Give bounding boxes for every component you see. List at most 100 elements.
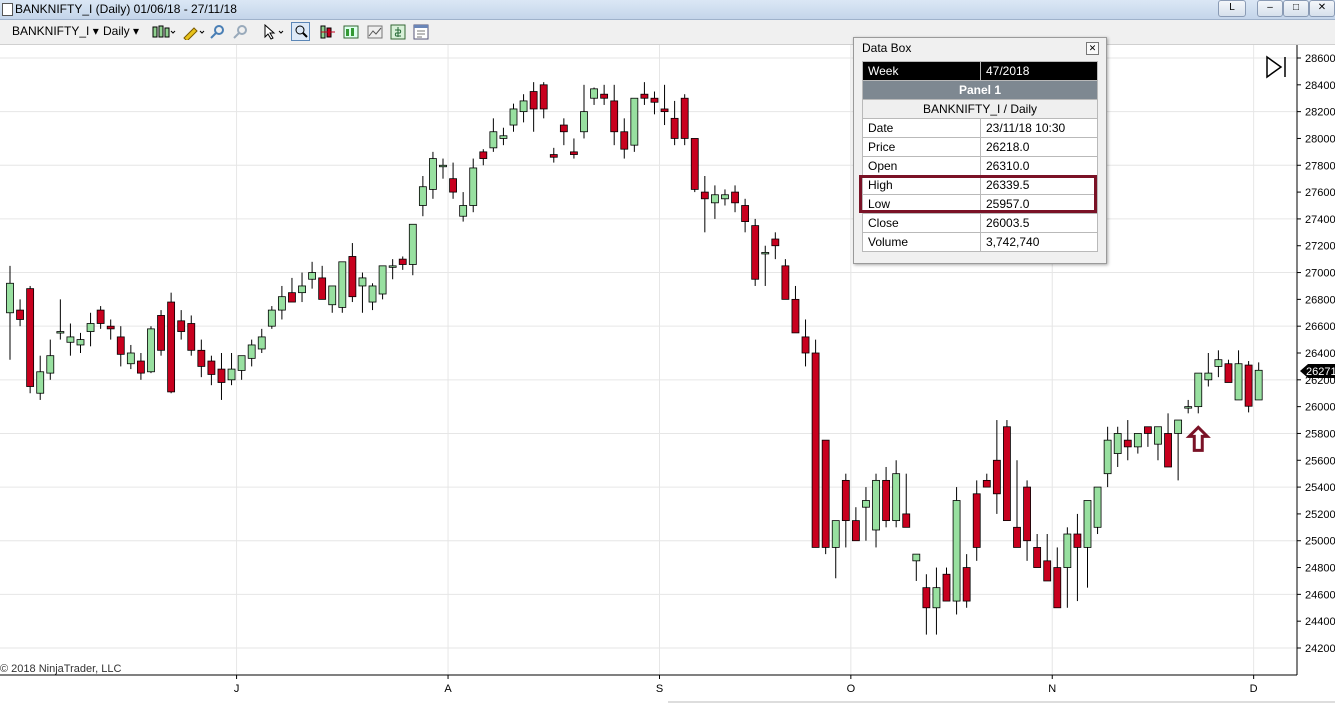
candle [791,285,800,334]
candle [690,138,699,193]
candle-body [267,309,276,327]
candle [126,344,135,370]
data-box-table: Week 47/2018 Panel 1 BANKNIFTY_I / Daily… [862,61,1098,252]
y-tick-label: 27600 [1305,187,1335,199]
candle [741,198,750,233]
candle-body [1033,547,1042,568]
zoom-out-icon[interactable] [233,24,249,40]
candle-body [96,309,105,324]
indicators-icon[interactable] [320,24,336,40]
candle [549,147,558,163]
volume-row: Volume 3,742,740 [862,232,1098,252]
candle [580,84,588,139]
candle-body [46,355,55,374]
candle [86,312,95,347]
candle-body [197,349,206,367]
chart-template-icon[interactable] [367,24,383,40]
candle [942,567,951,602]
candle [398,256,407,270]
high-low-highlight-box [859,175,1097,213]
candle [771,232,780,260]
candle-body [972,493,981,548]
week-value: 47/2018 [980,61,1098,81]
candle [1073,513,1082,602]
pointer-tool-icon[interactable] [262,24,286,40]
candle [469,158,478,213]
candle-body [177,320,186,332]
candle [157,310,165,356]
candle [711,185,719,219]
candle [217,353,226,400]
y-tick-label: 28200 [1305,107,1335,119]
candle-body [1093,486,1102,528]
maximize-button[interactable]: □ [1283,0,1309,17]
link-button[interactable]: L [1218,0,1246,17]
candle [197,339,206,378]
strategies-icon[interactable] [343,24,359,40]
candle-body [157,315,165,351]
candle-body [277,296,286,311]
candle [892,460,901,528]
y-tick-label: 25800 [1305,428,1335,440]
candle-body [761,252,770,255]
price-chart[interactable]: 24200 24400 24600 24800 25000 25200 25400 25600… [0,45,1335,707]
candle [187,315,196,356]
interval-selector[interactable]: Daily ▾ [103,24,139,38]
databox-toggle-icon[interactable] [291,22,310,41]
candle-body [207,360,216,375]
candle-body [1194,372,1203,408]
candle [590,87,598,105]
candle [650,91,659,115]
candle [1164,413,1172,468]
candle [378,265,387,300]
properties-icon[interactable] [413,24,429,40]
candle-body [892,473,901,522]
candle [1013,460,1021,548]
candle [1103,426,1112,488]
y-tick-label: 24400 [1305,616,1335,628]
candle [922,574,931,635]
candle [328,285,337,313]
candle-body [670,117,679,139]
candle-body [912,553,921,562]
candle [167,292,176,394]
candle-body [872,479,880,531]
y-tick-label: 26000 [1305,402,1335,414]
candle-body [992,459,1001,495]
candle-body [680,97,689,139]
trade-icon[interactable] [390,24,406,40]
candle [318,265,327,300]
candle [288,277,296,303]
candle [1184,399,1193,414]
candle [721,189,729,206]
data-box-window[interactable]: Data Box ✕ Week 47/2018 Panel 1 BANKNIFT… [853,37,1107,264]
candle-body [1224,363,1233,383]
candle-body [358,277,367,287]
close-button[interactable]: ✕ [1309,0,1335,17]
candle [147,326,155,374]
candle-body [1113,433,1122,454]
instrument-selector[interactable]: BANKNIFTY_I ▾ [12,24,99,38]
candle-body [690,138,699,190]
open-label: Open [862,156,981,176]
zoom-in-icon[interactable] [210,24,226,40]
volume-label: Volume [862,232,981,252]
data-box-close-icon[interactable]: ✕ [1086,42,1099,55]
candle-body [217,368,226,383]
candle [116,326,125,367]
candle [1144,426,1152,447]
candle [761,245,770,286]
pencil-draw-icon[interactable] [182,24,206,40]
x-tick-label: N [1048,683,1056,695]
candle-body [167,301,176,393]
candle [298,272,306,303]
candle-body [6,282,14,314]
candle-body [862,500,870,508]
minimize-button[interactable]: – [1257,0,1283,17]
copyright-text: © 2018 NinjaTrader, LLC [0,663,122,675]
candle-body [1184,406,1193,409]
candle [811,339,820,548]
chart-style-icon[interactable] [152,24,176,40]
candle-body [1133,433,1142,448]
skip-to-end-icon[interactable] [1266,55,1286,79]
